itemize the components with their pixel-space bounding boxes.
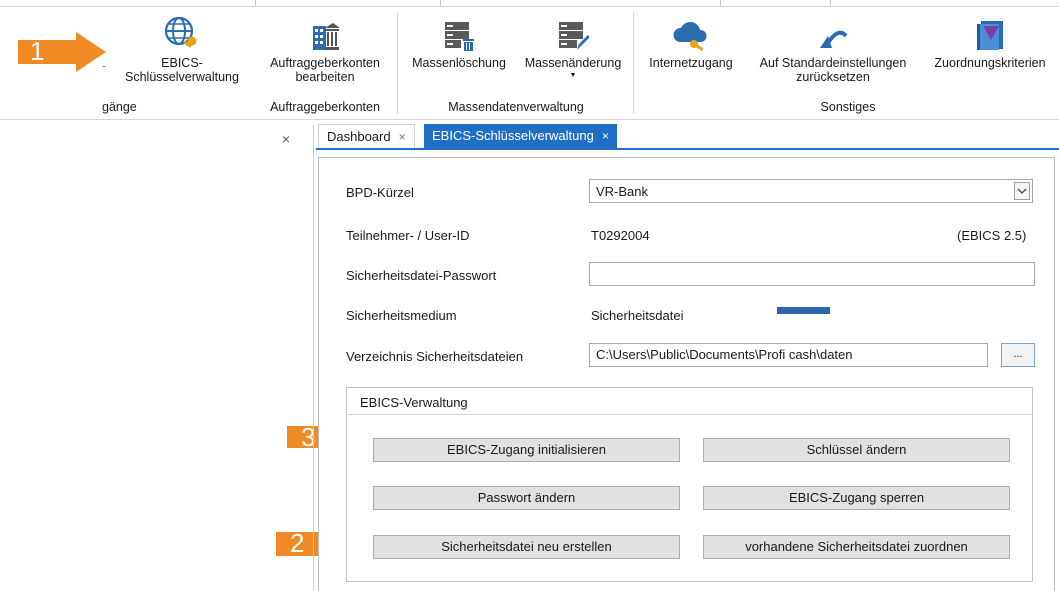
ribbon-tab-divider	[830, 0, 831, 6]
annotation-arrow-1: 1	[18, 32, 108, 72]
ebics-version: (EBICS 2.5)	[957, 228, 1027, 243]
edit-accounts-label: Auftraggeberkonten bearbeiten	[270, 56, 380, 84]
ribbon-tab-divider	[440, 0, 441, 6]
tab-ebics-key-management[interactable]: EBICS-Schlüsselverwaltung ×	[424, 124, 617, 148]
security-medium-value: Sicherheitsdatei	[591, 308, 684, 323]
assignment-criteria-button[interactable]: Zuordnungskriterien	[922, 12, 1058, 70]
reset-defaults-label: Auf Standardeinstellungen zurücksetzen	[759, 56, 907, 84]
change-key-button[interactable]: Schlüssel ändern	[703, 438, 1010, 462]
ribbon-tab-divider	[255, 0, 256, 6]
assign-security-file-button[interactable]: vorhandene Sicherheitsdatei zuordnen	[703, 535, 1010, 559]
mass-edit-label: Massenänderung	[524, 56, 622, 70]
server-edit-icon	[516, 12, 630, 52]
edit-accounts-button[interactable]: Auftraggeberkonten bearbeiten	[256, 12, 394, 84]
bpd-label: BPD-Kürzel	[346, 185, 414, 200]
ribbon-tab-strip	[0, 0, 1059, 7]
panel-divider	[313, 125, 314, 590]
mass-delete-label: Massenlöschung	[412, 56, 506, 70]
chevron-down-icon[interactable]	[1014, 182, 1030, 200]
annotation-number-1: 1	[30, 36, 45, 66]
group-label-auftraggeberkonten: Auftraggeberkonten	[270, 100, 380, 114]
tab-label: Dashboard	[327, 129, 391, 144]
assignment-criteria-label: Zuordnungskriterien	[934, 56, 1046, 70]
group-title: EBICS-Verwaltung	[360, 395, 468, 410]
tab-underline	[316, 148, 1059, 150]
annotation-number-2: 2	[290, 528, 305, 558]
close-icon[interactable]: ×	[399, 130, 406, 144]
password-field[interactable]	[589, 262, 1035, 286]
bank-building-icon	[256, 12, 394, 52]
medium-indicator	[777, 307, 830, 314]
server-delete-icon	[402, 12, 516, 52]
lock-ebics-button[interactable]: EBICS-Zugang sperren	[703, 486, 1010, 510]
init-ebics-button[interactable]: EBICS-Zugang initialisieren	[373, 438, 680, 462]
browse-button[interactable]: ...	[1001, 343, 1035, 367]
change-password-button[interactable]: Passwort ändern	[373, 486, 680, 510]
group-label-massendatenverwaltung: Massendatenverwaltung	[448, 100, 584, 114]
ribbon-tab-divider	[720, 0, 721, 6]
user-id-label: Teilnehmer- / User-ID	[346, 228, 470, 243]
close-icon[interactable]: ×	[602, 129, 609, 143]
globe-key-icon	[114, 12, 250, 52]
mass-edit-button[interactable]: Massenänderung ▼	[516, 12, 630, 80]
ebics-key-management-label: EBICS- Schlüsselverwaltung	[125, 56, 239, 84]
tab-label: EBICS-Schlüsselverwaltung	[432, 128, 594, 143]
security-medium-label: Sicherheitsmedium	[346, 308, 457, 323]
group-divider	[347, 414, 1032, 415]
internet-access-label: Internetzugang	[649, 56, 733, 70]
group-label-zugaenge: gänge	[102, 100, 137, 114]
ribbon: - EBICS- Schlüsselverwaltung Auftraggebe…	[0, 0, 1059, 120]
close-icon[interactable]: ×	[282, 131, 290, 147]
directory-label: Verzeichnis Sicherheitsdateien	[346, 349, 524, 364]
undo-arrow-icon	[744, 12, 922, 52]
reset-defaults-button[interactable]: Auf Standardeinstellungen zurücksetzen	[744, 12, 922, 84]
internet-access-button[interactable]: Internetzugang	[638, 12, 744, 70]
chevron-down-icon: ▼	[569, 72, 577, 79]
directory-field[interactable]: C:\Users\Public\Documents\Profi cash\dat…	[589, 343, 988, 367]
recreate-security-file-button[interactable]: Sicherheitsdatei neu erstellen	[373, 535, 680, 559]
book-flag-icon	[922, 12, 1058, 52]
ribbon-separator	[397, 12, 398, 114]
cloud-key-icon	[638, 12, 744, 52]
bpd-select[interactable]: VR-Bank	[589, 179, 1033, 203]
password-label: Sicherheitsdatei-Passwort	[346, 268, 497, 283]
tab-dashboard[interactable]: Dashboard ×	[318, 124, 415, 149]
mass-delete-button[interactable]: Massenlöschung	[402, 12, 516, 70]
ribbon-separator	[633, 12, 634, 114]
ebics-key-management-button[interactable]: EBICS- Schlüsselverwaltung	[114, 12, 250, 84]
user-id-value: T0292004	[591, 228, 650, 243]
group-label-sonstiges: Sonstiges	[820, 100, 876, 114]
bpd-select-value: VR-Bank	[596, 184, 649, 199]
